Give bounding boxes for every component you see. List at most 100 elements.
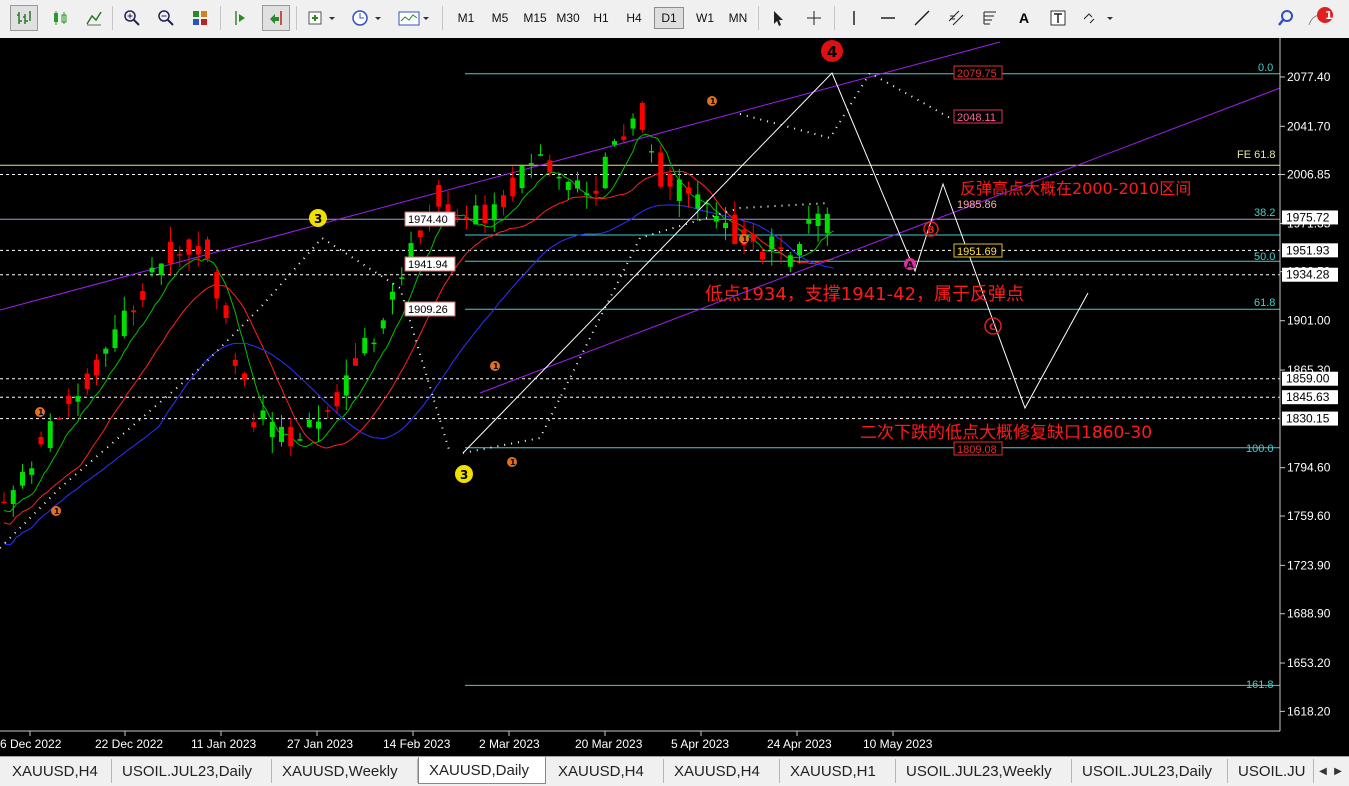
y-axis-label: 1618.20 [1287,704,1331,718]
candle-body [778,247,784,249]
vertical-line-icon[interactable] [840,5,868,31]
bar-chart-icon[interactable] [10,5,38,31]
y-axis-label: 1653.20 [1287,656,1331,670]
candle-body [232,359,238,366]
arrows-icon[interactable] [1078,5,1118,31]
tf-h1[interactable]: H1 [588,7,614,29]
wave-projection-line [462,72,1089,454]
crosshair-icon[interactable] [800,5,828,31]
equidistant-channel-icon[interactable] [942,5,970,31]
tab-xauusd-h1[interactable]: XAUUSD,H1 [780,759,896,783]
x-axis-label: 2 Mar 2023 [479,737,540,751]
cursor-icon[interactable] [764,5,792,31]
candle-body [390,291,396,300]
x-axis-label: 24 Apr 2023 [767,737,832,751]
tab-usoil-daily-1[interactable]: USOIL.JUL23,Daily [112,759,272,783]
candle-body [103,348,109,354]
candle-body [547,160,553,173]
candle-body [519,165,525,189]
candle-body [84,373,90,389]
candle-body [214,272,220,299]
candle-body [158,263,164,275]
text-label-icon[interactable] [1044,5,1072,31]
candle-body [334,392,340,407]
candle-body [29,468,35,475]
tab-scroll-left-icon[interactable]: ◀ [1316,762,1330,780]
candle-body [787,255,793,267]
tf-d1[interactable]: D1 [654,7,684,29]
chart-shift-icon[interactable] [262,5,290,31]
candle-body [242,373,248,380]
trendline-icon[interactable] [908,5,936,31]
candle-body [380,320,386,329]
wave-label-c: C [989,322,996,333]
candle-body [371,342,377,345]
tile-windows-icon[interactable] [186,5,214,31]
fibonacci-icon[interactable] [976,5,1004,31]
candle-body [66,395,72,404]
candle-body [713,215,719,222]
tab-xauusd-h4-2[interactable]: XAUUSD,H4 [548,759,664,783]
tf-h4[interactable]: H4 [621,7,647,29]
templates-icon[interactable] [394,5,434,31]
y-axis-label: 1723.90 [1287,558,1331,572]
tf-m30[interactable]: M30 [552,7,584,29]
hline-label-1941: 1941.94 [408,259,448,271]
tf-m1[interactable]: M1 [452,7,480,29]
price-tag-1809: 1809.08 [957,444,997,456]
price-tag-1985: 1985.86 [957,199,997,211]
candle-body [343,375,349,396]
tab-xauusd-daily[interactable]: XAUUSD,Daily [418,757,546,784]
fib-label-1000: 100.0 [1246,443,1274,455]
candle-body [436,184,442,207]
candle-body [316,421,322,429]
search-icon[interactable] [1272,5,1300,31]
candle-body [750,234,756,242]
candle-body [732,214,738,244]
text-tool-icon[interactable]: A [1010,5,1038,31]
tf-w1[interactable]: W1 [690,7,720,29]
tab-usoil-daily-2[interactable]: USOIL.JUL23,Daily [1072,759,1228,783]
line-chart-icon[interactable] [80,5,108,31]
channel-lower [479,87,1281,394]
candle-body [612,141,618,145]
horizontal-line-icon[interactable] [874,5,902,31]
tf-m5[interactable]: M5 [486,7,514,29]
x-axis-label: 10 May 2023 [863,737,933,751]
tf-mn[interactable]: MN [723,7,753,29]
auto-scroll-icon[interactable] [228,5,256,31]
tab-xauusd-h4-1[interactable]: XAUUSD,H4 [2,759,112,783]
candle-body [491,204,497,221]
candle-body [269,421,275,438]
candle-body [362,337,368,354]
wave-label-b: B [927,225,935,236]
price-tag-2079: 2079.75 [957,68,997,80]
wave-label-3-bottom: 3 [460,468,468,482]
x-axis-label: 20 Mar 2023 [575,737,643,751]
tab-usoil-weekly[interactable]: USOIL.JUL23,Weekly [896,759,1072,783]
axis-price-badge-text: 1934.28 [1286,268,1330,282]
candle-body [482,204,488,223]
candlestick-icon[interactable] [46,5,74,31]
zoom-in-icon[interactable] [118,5,146,31]
annotation-rebound-high: 反弹高点大概在2000-2010区间 [960,179,1191,198]
tf-m15[interactable]: M15 [518,7,552,29]
candle-body [223,305,229,319]
chart-tabs: XAUUSD,H4 USOIL.JUL23,Daily XAUUSD,Weekl… [0,756,1349,786]
tab-scroll-right-icon[interactable]: ▶ [1331,762,1345,780]
tab-xauusd-weekly[interactable]: XAUUSD,Weekly [272,759,418,783]
fib-label-382: 38.2 [1254,207,1275,219]
price-tag-2048: 2048.11 [957,112,996,124]
tab-xauusd-h4-3[interactable]: XAUUSD,H4 [664,759,780,783]
axis-price-badge-text: 1951.93 [1286,243,1330,257]
candle-body [149,267,155,273]
chart-area[interactable]: 2077.402041.702006.851971.351936.501901.… [0,38,1349,756]
candle-body [279,426,285,443]
indicators-icon[interactable] [304,5,340,31]
wave-label-1e: 1 [710,97,716,106]
fib-label-618: 61.8 [1254,297,1275,309]
notifications-icon[interactable]: 1 [1304,5,1340,31]
periods-clock-icon[interactable] [348,5,386,31]
tab-usoil-partial[interactable]: USOIL.JU [1228,759,1314,783]
zoom-out-icon[interactable] [152,5,180,31]
